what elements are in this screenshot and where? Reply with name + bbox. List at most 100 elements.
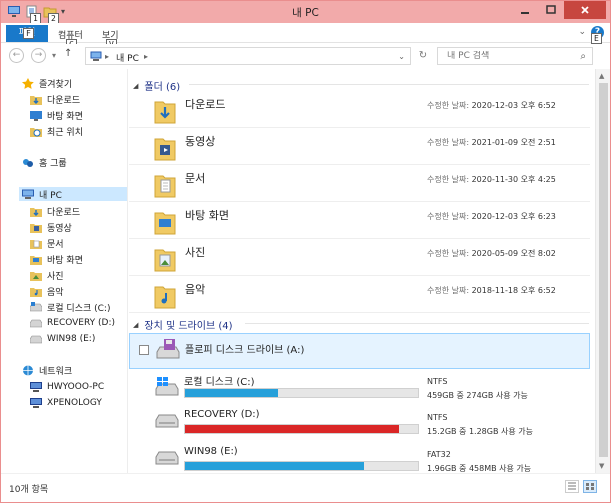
date-label: 수정한 날짜: bbox=[427, 286, 470, 295]
address-dropdown-icon[interactable]: ⌄ bbox=[398, 52, 405, 61]
nav-network[interactable]: 네트워크 bbox=[22, 363, 72, 377]
close-button[interactable] bbox=[564, 1, 606, 19]
collapse-group-icon[interactable]: ◢ bbox=[133, 82, 138, 90]
nav-this-pc[interactable]: 내 PC bbox=[19, 187, 127, 201]
nav-favorites-downloads[interactable]: 다운로드 bbox=[30, 92, 80, 106]
scroll-down-icon[interactable]: ▼ bbox=[599, 462, 604, 470]
date-value: 2021-01-09 오전 2:51 bbox=[471, 138, 556, 147]
navigation-pane: 즐겨찾기 다운로드 바탕 화면 최근 위치 홈 그룹 내 PC 다운로드 동영상… bbox=[1, 69, 128, 473]
downloads-folder-icon bbox=[30, 206, 42, 217]
tiles-view-button[interactable] bbox=[583, 480, 597, 493]
drive-usage-fill bbox=[185, 462, 365, 470]
refresh-button[interactable]: ↻ bbox=[415, 48, 431, 64]
breadcrumb-next-chevron-icon[interactable]: ▸ bbox=[144, 52, 148, 61]
nav-pc-drive-e[interactable]: WIN98 (E:) bbox=[29, 332, 96, 346]
navigation-bar: ← → ▾ ↑ ▸ 내 PC ▸ ⌄ ↻ ⌕ bbox=[1, 44, 610, 68]
nav-item-label: 문서 bbox=[47, 239, 64, 250]
select-checkbox[interactable] bbox=[139, 345, 149, 355]
nav-network-xpenology[interactable]: XPENOLOGY bbox=[30, 396, 102, 410]
folder-date: 수정한 날짜: 2020-05-09 오전 8:02 bbox=[427, 248, 556, 259]
forward-button[interactable]: → bbox=[31, 48, 46, 63]
explorer-window: ▾ 1 2 내 PC 파일 F 컴퓨터 C 보기 V ⌄ ? E ← → bbox=[0, 0, 611, 503]
collapse-group-icon[interactable]: ◢ bbox=[133, 321, 138, 329]
drive-usage-bar bbox=[184, 461, 419, 471]
minimize-icon bbox=[521, 12, 529, 14]
nav-favorites-recent[interactable]: 최근 위치 bbox=[30, 124, 83, 138]
search-icon[interactable]: ⌕ bbox=[580, 51, 586, 62]
drive-name: RECOVERY (D:) bbox=[184, 409, 260, 420]
folder-date: 수정한 날짜: 2020-12-03 오후 6:52 bbox=[427, 100, 556, 111]
videos-folder-icon bbox=[153, 134, 177, 162]
drive-filesystem: NTFS bbox=[427, 413, 448, 422]
vertical-scrollbar[interactable]: ▲ ▼ bbox=[595, 69, 610, 473]
folders-group-header[interactable]: ◢ 폴더 (6) bbox=[133, 78, 180, 94]
nav-item-label: RECOVERY (D:) bbox=[47, 318, 116, 328]
downloads-folder-icon bbox=[153, 97, 177, 125]
nav-pc-drive-d[interactable]: RECOVERY (D:) bbox=[29, 316, 116, 330]
folder-tile-videos[interactable]: 동영상 수정한 날짜: 2021-01-09 오전 2:51 bbox=[129, 129, 590, 165]
drive-usage-bar bbox=[184, 388, 419, 398]
folder-date: 수정한 날짜: 2020-12-03 오후 6:23 bbox=[427, 211, 556, 222]
nav-pc-downloads[interactable]: 다운로드 bbox=[30, 204, 80, 218]
folder-tile-music[interactable]: 음악 수정한 날짜: 2018-11-18 오후 6:52 bbox=[129, 277, 590, 313]
drive-usage-fill bbox=[185, 425, 400, 433]
nav-favorites[interactable]: 즐겨찾기 bbox=[22, 76, 72, 90]
search-input[interactable] bbox=[447, 51, 567, 61]
breadcrumb-this-pc[interactable]: 내 PC bbox=[116, 51, 139, 64]
folder-date: 수정한 날짜: 2018-11-18 오후 6:52 bbox=[427, 285, 556, 296]
drive-name: 로컬 디스크 (C:) bbox=[184, 377, 255, 388]
nav-item-label: 최근 위치 bbox=[47, 127, 83, 138]
folder-tile-documents[interactable]: 문서 수정한 날짜: 2020-11-30 오후 4:25 bbox=[129, 166, 590, 202]
window-controls bbox=[512, 1, 606, 19]
drive-tile-floppy[interactable]: 플로피 디스크 드라이브 (A:) bbox=[129, 333, 590, 369]
folder-tile-desktop[interactable]: 바탕 화면 수정한 날짜: 2020-12-03 오후 6:23 bbox=[129, 203, 590, 239]
search-box[interactable]: ⌕ bbox=[437, 47, 593, 65]
nav-pc-drive-c[interactable]: 로컬 디스크 (C:) bbox=[29, 300, 110, 314]
nav-item-label: WIN98 (E:) bbox=[47, 334, 96, 344]
tiles-view-icon bbox=[586, 483, 594, 490]
drive-tile-d[interactable]: RECOVERY (D:) NTFS 15.2GB 중 1.28GB 사용 가능 bbox=[129, 406, 590, 442]
expand-ribbon-icon[interactable]: ⌄ bbox=[578, 27, 586, 37]
drive-filesystem: FAT32 bbox=[427, 450, 451, 459]
up-button[interactable]: ↑ bbox=[64, 48, 72, 59]
breadcrumb-chevron-icon[interactable]: ▸ bbox=[105, 52, 109, 61]
minimize-button[interactable] bbox=[512, 1, 538, 19]
nav-pc-pictures[interactable]: 사진 bbox=[30, 268, 64, 282]
folder-tile-downloads[interactable]: 다운로드 수정한 날짜: 2020-12-03 오후 6:52 bbox=[129, 92, 590, 128]
nav-pc-music[interactable]: 음악 bbox=[30, 284, 64, 298]
scroll-thumb[interactable] bbox=[599, 83, 608, 457]
back-button[interactable]: ← bbox=[9, 48, 24, 63]
date-label: 수정한 날짜: bbox=[427, 249, 470, 258]
nav-pc-documents[interactable]: 문서 bbox=[30, 236, 64, 250]
videos-folder-icon bbox=[30, 222, 42, 233]
nav-item-label: 사진 bbox=[47, 271, 64, 282]
desktop-folder-icon bbox=[30, 254, 42, 265]
folder-name: 문서 bbox=[185, 172, 206, 185]
maximize-button[interactable] bbox=[538, 1, 564, 19]
recent-locations-icon[interactable]: ▾ bbox=[52, 51, 56, 60]
drive-tile-c[interactable]: 로컬 디스크 (C:) NTFS 459GB 중 274GB 사용 가능 bbox=[129, 370, 590, 406]
nav-network-hwyooo[interactable]: HWYOOO-PC bbox=[30, 380, 104, 394]
folder-tile-pictures[interactable]: 사진 수정한 날짜: 2020-05-09 오전 8:02 bbox=[129, 240, 590, 276]
network-computer-icon bbox=[30, 381, 42, 393]
nav-item-label: HWYOOO-PC bbox=[47, 382, 105, 392]
scroll-up-icon[interactable]: ▲ bbox=[599, 72, 604, 80]
details-view-button[interactable] bbox=[565, 480, 579, 493]
date-value: 2020-05-09 오전 8:02 bbox=[471, 249, 556, 258]
floppy-drive-icon bbox=[156, 337, 180, 365]
drives-group-header[interactable]: ◢ 장치 및 드라이브 (4) bbox=[133, 317, 233, 333]
pc-icon bbox=[90, 51, 102, 61]
nav-homegroup[interactable]: 홈 그룹 bbox=[22, 155, 67, 169]
pc-icon bbox=[22, 189, 34, 200]
nav-pc-videos[interactable]: 동영상 bbox=[30, 220, 72, 234]
address-bar[interactable]: ▸ 내 PC ▸ ⌄ bbox=[85, 47, 411, 65]
pictures-folder-icon bbox=[153, 245, 177, 273]
documents-folder-icon bbox=[153, 171, 177, 199]
nav-pc-desktop[interactable]: 바탕 화면 bbox=[30, 252, 83, 266]
drive-filesystem: NTFS bbox=[427, 377, 448, 386]
drive-usage-bar bbox=[184, 424, 419, 434]
maximize-icon bbox=[546, 5, 556, 14]
homegroup-icon bbox=[22, 157, 34, 168]
star-icon bbox=[22, 77, 34, 89]
nav-favorites-desktop[interactable]: 바탕 화면 bbox=[30, 108, 83, 122]
